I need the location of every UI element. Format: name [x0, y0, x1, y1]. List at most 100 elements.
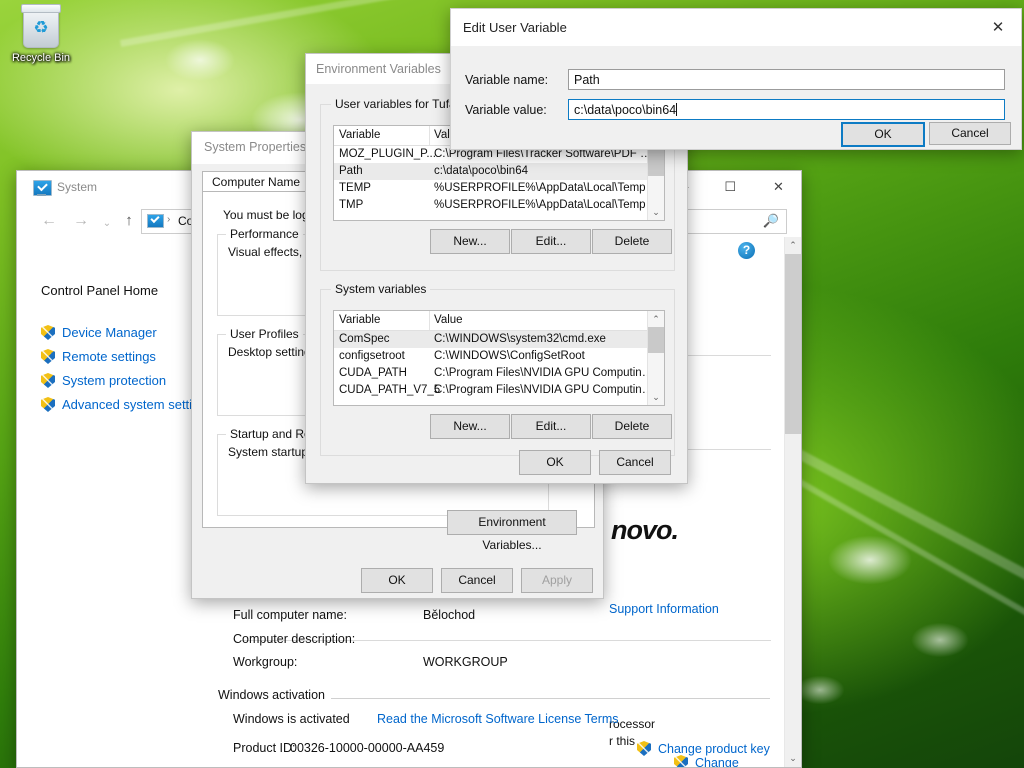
group-description: Desktop settings: [228, 345, 317, 359]
cell-variable: TEMP: [339, 182, 371, 194]
column-header-variable[interactable]: Variable: [339, 129, 380, 141]
table-row[interactable]: CUDA_PATH_V7_5 C:\Program Files\NVIDIA G…: [334, 382, 664, 399]
recycle-bin[interactable]: ♻ Recycle Bin: [10, 4, 72, 64]
recycle-bin-icon: ♻: [21, 4, 61, 48]
user-edit-button[interactable]: Edit...: [511, 229, 591, 254]
close-icon[interactable]: ✕: [975, 9, 1021, 46]
sidebar-item-label: System protection: [62, 373, 167, 388]
maximize-button[interactable]: ☐: [708, 171, 753, 203]
system-properties-title: System Properties: [204, 140, 307, 154]
system-edit-button[interactable]: Edit...: [511, 414, 591, 439]
system-variables-legend: System variables: [331, 282, 431, 296]
scrollbar-thumb[interactable]: [648, 327, 664, 353]
sidebar-item-system-protection[interactable]: System protection: [41, 373, 166, 388]
table-row[interactable]: TMP %USERPROFILE%\AppData\Local\Temp: [334, 197, 664, 214]
sidebar-item-label: Device Manager: [62, 325, 157, 340]
variable-value-input[interactable]: c:\data\poco\bin64: [568, 99, 1005, 120]
change-settings-link[interactable]: Change settings: [674, 755, 785, 767]
system-delete-button[interactable]: Delete: [592, 414, 672, 439]
column-header-value[interactable]: Value: [434, 314, 463, 326]
license-terms-link[interactable]: Read the Microsoft Software License Term…: [377, 712, 619, 726]
product-id-value: 00326-10000-00000-AA459: [290, 741, 445, 755]
system-properties-apply-button[interactable]: Apply: [521, 568, 593, 593]
address-bar-system-icon: [147, 214, 164, 228]
forward-button[interactable]: →: [69, 209, 93, 233]
table-row[interactable]: ComSpec C:\WINDOWS\system32\cmd.exe: [334, 331, 664, 348]
recycle-bin-lid-icon: [21, 4, 61, 13]
variable-name-value: Path: [574, 73, 600, 87]
system-variables-list[interactable]: Variable Value ComSpec C:\WINDOWS\system…: [333, 310, 665, 406]
table-row[interactable]: CUDA_PATH C:\Program Files\NVIDIA GPU Co…: [334, 365, 664, 382]
cell-value: c:\data\poco\bin64: [434, 165, 528, 177]
user-variables-legend: User variables for Tufak: [331, 97, 466, 111]
edit-user-variable-cancel-button[interactable]: Cancel: [929, 122, 1011, 145]
edit-user-variable-title: Edit User Variable: [463, 20, 567, 35]
tab-computer-name[interactable]: Computer Name: [202, 171, 311, 193]
cell-variable: MOZ_PLUGIN_P...: [339, 148, 436, 160]
detail-key: Full computer name:: [233, 608, 347, 622]
scroll-down-button[interactable]: ⌄: [648, 389, 664, 405]
sidebar-item-advanced-system-settings[interactable]: Advanced system settings: [41, 397, 213, 412]
system-properties-cancel-button[interactable]: Cancel: [441, 568, 513, 593]
variable-name-input[interactable]: Path: [568, 69, 1005, 90]
shield-icon: [41, 325, 55, 340]
cell-value: C:\WINDOWS\ConfigSetRoot: [434, 350, 585, 362]
table-row[interactable]: Path c:\data\poco\bin64: [334, 163, 664, 180]
detail-value: Bělochod: [423, 608, 476, 622]
user-delete-button[interactable]: Delete: [592, 229, 672, 254]
help-icon[interactable]: ?: [738, 242, 755, 259]
environment-variables-button[interactable]: Environment Variables...: [447, 510, 577, 552]
group-legend: Performance: [226, 227, 303, 241]
text-caret: [676, 103, 678, 116]
variable-name-label: Variable name:: [465, 73, 549, 87]
edit-user-variable-ok-button[interactable]: OK: [841, 122, 925, 147]
detail-value: WORKGROUP: [423, 655, 508, 669]
system-variables-scrollbar[interactable]: ⌃ ⌄: [647, 311, 664, 405]
close-button[interactable]: ✕: [756, 171, 801, 203]
sidebar-item-label: Remote settings: [62, 349, 156, 364]
system-new-button[interactable]: New...: [430, 414, 510, 439]
change-product-key-link[interactable]: Change product key: [637, 741, 770, 756]
scroll-down-button[interactable]: ⌄: [785, 750, 801, 767]
variable-value-value: c:\data\poco\bin64: [574, 103, 677, 117]
column-header-variable[interactable]: Variable: [339, 314, 380, 326]
system-properties-ok-button[interactable]: OK: [361, 568, 433, 593]
scroll-up-button[interactable]: ⌃: [648, 311, 664, 327]
cell-value: %USERPROFILE%\AppData\Local\Temp: [434, 182, 646, 194]
cell-variable: configsetroot: [339, 350, 405, 362]
oem-brand-text: novo.: [611, 515, 679, 545]
system-window-title: System: [57, 180, 98, 194]
scroll-down-button[interactable]: ⌄: [648, 204, 664, 220]
breadcrumb-separator: ›: [167, 214, 171, 225]
user-new-button[interactable]: New...: [430, 229, 510, 254]
table-row[interactable]: configsetroot C:\WINDOWS\ConfigSetRoot: [334, 348, 664, 365]
cell-variable: TMP: [339, 199, 364, 211]
system-variables-header: Variable Value: [334, 311, 664, 331]
detail-key: Computer description:: [233, 632, 356, 646]
activation-status: Windows is activated: [233, 712, 350, 726]
search-icon[interactable]: 🔍: [763, 213, 779, 229]
back-button[interactable]: ←: [37, 209, 61, 233]
product-id-label: Product ID:: [233, 741, 296, 755]
shield-icon: [41, 397, 55, 412]
control-panel-home-link[interactable]: Control Panel Home: [41, 283, 158, 298]
recycle-symbol-icon: ♻: [33, 18, 49, 37]
cell-variable: ComSpec: [339, 333, 390, 345]
shield-icon: [637, 741, 651, 756]
up-button[interactable]: ↑: [117, 209, 141, 233]
sidebar-item-remote-settings[interactable]: Remote settings: [41, 349, 156, 364]
system-variables-group: System variables Variable Value ComSpec …: [320, 282, 675, 456]
system-window-scrollbar[interactable]: ⌃ ⌄: [784, 237, 801, 767]
sidebar-item-device-manager[interactable]: Device Manager: [41, 325, 157, 340]
edit-user-variable-titlebar: Edit User Variable ✕: [451, 9, 1021, 47]
change-product-key-label: Change product key: [658, 742, 770, 756]
shield-icon: [674, 755, 688, 767]
environment-variables-ok-button[interactable]: OK: [519, 450, 591, 475]
group-legend: User Profiles: [226, 327, 303, 341]
scroll-up-button[interactable]: ⌃: [785, 237, 801, 254]
scrollbar-thumb[interactable]: [785, 254, 801, 434]
table-row[interactable]: TEMP %USERPROFILE%\AppData\Local\Temp: [334, 180, 664, 197]
environment-variables-cancel-button[interactable]: Cancel: [599, 450, 671, 475]
support-information-link[interactable]: Support Information: [609, 602, 719, 616]
recent-locations-chevron-down-icon[interactable]: ⌄: [95, 212, 119, 236]
